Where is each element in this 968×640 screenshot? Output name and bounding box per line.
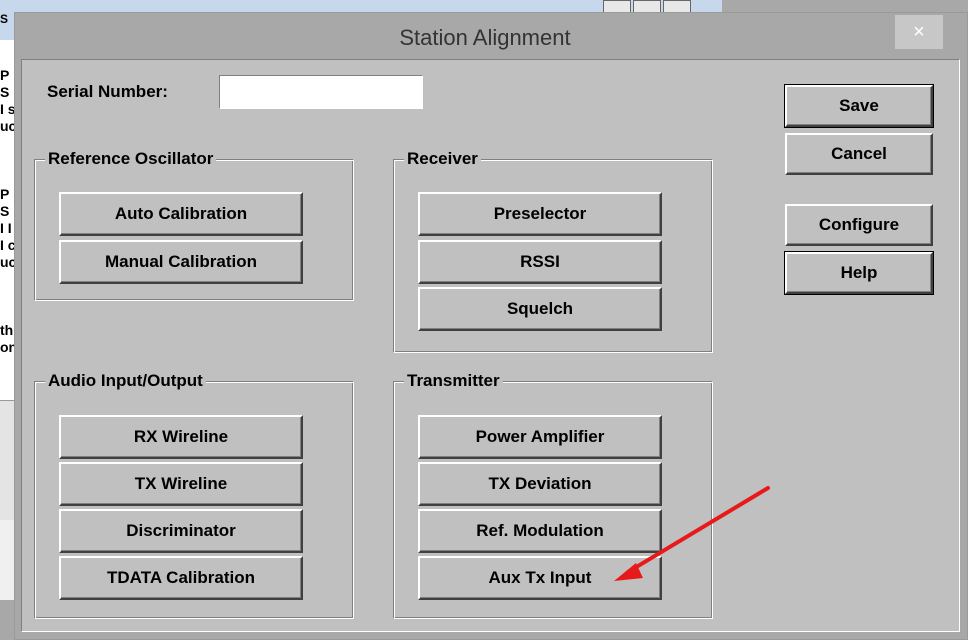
background-text-line: I I [0, 220, 12, 236]
help-button[interactable]: Help [784, 251, 934, 295]
background-text-line: on [0, 339, 14, 355]
discriminator-button[interactable]: Discriminator [59, 509, 303, 553]
background-text-line: I s [0, 101, 14, 117]
power-amplifier-button[interactable]: Power Amplifier [418, 415, 662, 459]
cancel-button[interactable]: Cancel [785, 133, 933, 175]
tx-deviation-button[interactable]: TX Deviation [418, 462, 662, 506]
ref-modulation-button[interactable]: Ref. Modulation [418, 509, 662, 553]
background-text-line: S [0, 84, 10, 100]
background-text-line: S [0, 203, 10, 219]
serial-number-label: Serial Number: [47, 82, 168, 101]
reference-oscillator-title: Reference Oscillator [45, 149, 217, 169]
tdata-calibration-button[interactable]: TDATA Calibration [59, 556, 303, 600]
auto-calibration-button[interactable]: Auto Calibration [59, 192, 303, 236]
transmitter-title: Transmitter [404, 371, 503, 391]
background-text-line: uc [0, 118, 14, 134]
dialog-title: Station Alignment [399, 25, 571, 50]
aux-tx-input-button[interactable]: Aux Tx Input [418, 556, 662, 600]
background-text-line: P [0, 67, 10, 83]
configure-button[interactable]: Configure [785, 204, 933, 246]
rx-wireline-button[interactable]: RX Wireline [59, 415, 303, 459]
preselector-button[interactable]: Preselector [418, 192, 662, 236]
background-text-line: uc [0, 254, 14, 270]
background-panel [0, 400, 14, 522]
audio-input-output-title: Audio Input/Output [45, 371, 206, 391]
background-title: S [0, 12, 9, 26]
manual-calibration-button[interactable]: Manual Calibration [59, 240, 303, 284]
background-text-line: I c [0, 237, 14, 253]
rssi-button[interactable]: RSSI [418, 240, 662, 284]
dialog-client-area: Serial Number: Save Cancel Configure Hel… [21, 59, 960, 632]
tx-wireline-button[interactable]: TX Wireline [59, 462, 303, 506]
background-text-line: P [0, 186, 10, 202]
background-panel-lower [0, 520, 14, 600]
background-text-line: th [0, 322, 14, 338]
receiver-title: Receiver [404, 149, 481, 169]
serial-number-input[interactable] [219, 75, 423, 109]
save-button[interactable]: Save [784, 84, 934, 128]
squelch-button[interactable]: Squelch [418, 287, 662, 331]
close-icon[interactable]: × [895, 15, 943, 49]
station-alignment-dialog: Station Alignment × Serial Number: Save … [14, 12, 968, 640]
